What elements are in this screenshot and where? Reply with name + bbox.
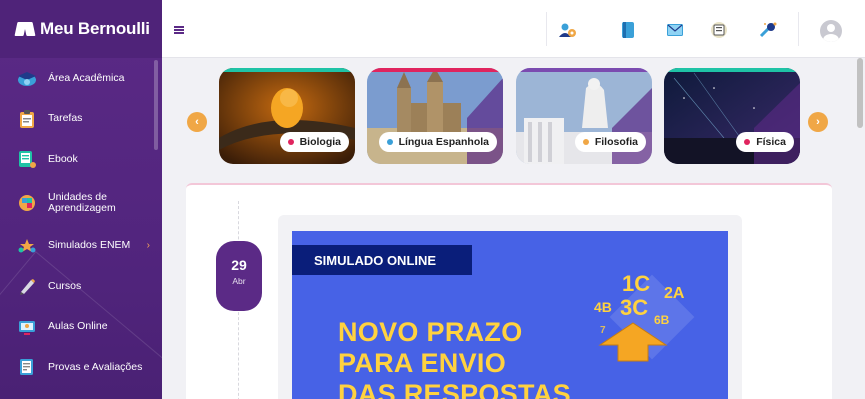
class-label: 3C (620, 295, 649, 320)
feed-panel: 29 Abr SIMULADO ONLINE 1C 2A 4B 3C 6B 7 … (186, 183, 832, 399)
sidebar-item-provas[interactable]: Provas e Avaliações (0, 347, 162, 388)
graduation-cap-icon (16, 67, 38, 89)
subject-card-biologia[interactable]: Biologia (219, 68, 355, 164)
card-accent-line (219, 68, 355, 72)
subject-dot (744, 139, 751, 145)
sidebar-item-tarefas[interactable]: Tarefas (0, 99, 162, 140)
feed-post[interactable]: SIMULADO ONLINE 1C 2A 4B 3C 6B 7 NOVO PR… (278, 215, 742, 399)
exam-icon (16, 356, 38, 378)
subject-label: Biologia (279, 132, 349, 152)
online-class-icon (16, 316, 38, 338)
date-badge: 29 Abr (216, 241, 262, 311)
topbar-divider (798, 12, 799, 46)
sidebar-item-label: Tarefas (48, 112, 83, 125)
sidebar-item-simulados-enem[interactable]: Simulados ENEM › (0, 226, 162, 267)
subject-name: Física (756, 136, 786, 148)
profile-settings-icon[interactable] (559, 22, 577, 38)
headline-line: DAS RESPOSTAS (338, 379, 571, 399)
carousel-prev-button[interactable]: ‹ (187, 112, 207, 132)
hamburger-icon[interactable] (174, 26, 184, 34)
brand-name: Meu Bernoulli (40, 19, 150, 38)
chevron-right-icon: › (816, 116, 820, 128)
sidebar-scrollbar[interactable] (154, 60, 158, 150)
subject-card-fisica[interactable]: Física (664, 68, 800, 164)
class-label: 2A (664, 285, 685, 302)
subject-name: Língua Espanhola (398, 136, 489, 148)
banner-headline: NOVO PRAZO PARA ENVIO DAS RESPOSTAS (338, 317, 571, 399)
up-arrow-icon (598, 322, 668, 362)
tool-icon[interactable] (759, 22, 777, 38)
class-labels: 1C 2A 4B 3C 6B 7 (592, 271, 702, 371)
subject-card-filosofia[interactable]: Filosofia (516, 68, 652, 164)
topbar (162, 0, 865, 58)
sidebar-item-label: Aulas Online (48, 320, 108, 333)
chevron-right-icon: › (146, 240, 150, 252)
avatar-icon[interactable] (820, 20, 842, 42)
sidebar-item-ebook[interactable]: Ebook (0, 139, 162, 180)
card-accent-line (367, 68, 503, 72)
sidebar-item-label: Ebook (48, 152, 78, 165)
date-month: Abr (232, 276, 246, 286)
sidebar-menu: Área Acadêmica Tarefas Ebook Unidades de… (0, 58, 162, 388)
sidebar-item-aulas-online[interactable]: Aulas Online (0, 307, 162, 348)
subject-label: Física (736, 132, 794, 152)
banner-tag: SIMULADO ONLINE (292, 245, 472, 275)
subject-label: Filosofia (574, 132, 646, 152)
subject-dot (582, 139, 589, 145)
card-accent-line (516, 68, 652, 72)
date-day: 29 (231, 257, 247, 273)
sidebar-item-label: Cursos (48, 279, 82, 292)
headline-line: NOVO PRAZO (338, 317, 523, 347)
sidebar-item-label: Unidades de Aprendizagem (48, 190, 116, 214)
page-scrollbar[interactable] (857, 58, 863, 128)
brand-logo[interactable]: Meu Bernoulli (0, 0, 162, 58)
carousel-next-button[interactable]: › (808, 112, 828, 132)
chevron-left-icon: ‹ (195, 116, 199, 128)
learning-units-icon (16, 192, 38, 214)
clipboard-icon (16, 108, 38, 130)
headline-line: PARA ENVIO (338, 348, 507, 378)
sidebar-item-cursos[interactable]: Cursos (0, 266, 162, 307)
subject-name: Biologia (299, 136, 341, 148)
card-accent-line (664, 68, 800, 72)
sidebar: Meu Bernoulli Área Acadêmica Tarefas Ebo… (0, 0, 162, 399)
post-banner[interactable]: SIMULADO ONLINE 1C 2A 4B 3C 6B 7 NOVO PR… (292, 231, 728, 399)
subject-name: Filosofia (594, 136, 638, 148)
class-label: 4B (594, 299, 612, 315)
sidebar-item-label: Área Acadêmica (48, 71, 125, 84)
subject-dot (386, 139, 393, 145)
pencil-icon (16, 275, 38, 297)
stars-icon (16, 235, 38, 257)
subject-card-lingua-espanhola[interactable]: Língua Espanhola (367, 68, 503, 164)
ebook-icon (16, 148, 38, 170)
subject-carousel: ‹ Biologia Língua Espanhola Filosofia Fí… (185, 68, 835, 168)
bernoulli-logo-icon (14, 20, 36, 38)
sidebar-item-unidades[interactable]: Unidades de Aprendizagem (0, 180, 162, 226)
class-label: 1C (622, 271, 651, 296)
news-icon[interactable] (710, 22, 728, 38)
sidebar-item-label: Provas e Avaliações (48, 360, 143, 373)
topbar-divider (546, 12, 547, 46)
sidebar-item-area-academica[interactable]: Área Acadêmica (0, 58, 162, 99)
mail-icon[interactable] (666, 22, 684, 38)
sidebar-item-label: Simulados ENEM (48, 239, 131, 252)
subject-label: Língua Espanhola (378, 132, 497, 152)
subject-dot (287, 139, 294, 145)
book-icon[interactable] (619, 22, 637, 38)
